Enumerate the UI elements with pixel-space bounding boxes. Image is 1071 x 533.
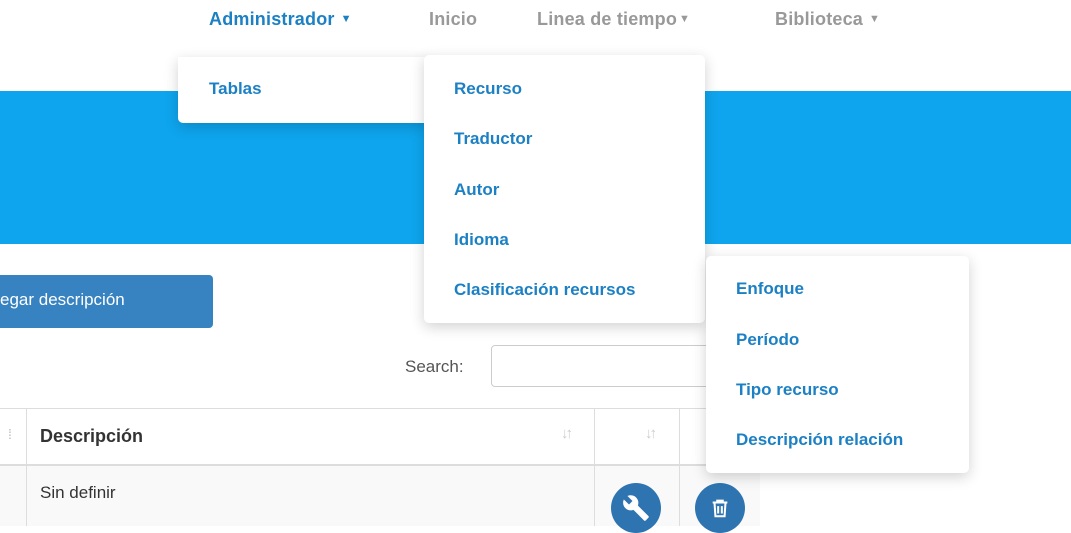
sort-icon[interactable]: ⁞ — [8, 426, 12, 442]
clasificacion-submenu: Enfoque Período Tipo recurso Descripción… — [706, 256, 969, 473]
sort-icon[interactable]: ↓↑ — [645, 425, 657, 442]
menu-item-tipo-recurso[interactable]: Tipo recurso — [736, 380, 839, 400]
menu-item-traductor[interactable]: Traductor — [454, 129, 532, 149]
column-divider — [594, 408, 595, 526]
caret-down-icon: ▼ — [679, 13, 691, 25]
cell-descripcion: Sin definir — [40, 483, 116, 502]
nav-biblioteca[interactable]: Biblioteca ▼ — [775, 9, 880, 30]
table-header-border — [0, 464, 760, 466]
menu-item-enfoque[interactable]: Enfoque — [736, 279, 804, 299]
search-input[interactable] — [491, 345, 721, 387]
menu-item-autor[interactable]: Autor — [454, 180, 499, 200]
add-description-label: egar descripción — [0, 290, 125, 309]
column-divider — [679, 408, 680, 526]
sort-icon[interactable]: ↓↑ — [561, 425, 573, 442]
column-divider — [26, 408, 27, 526]
nav-biblioteca-label: Biblioteca — [775, 9, 864, 29]
trash-icon — [712, 499, 728, 518]
nav-administrador[interactable]: Administrador ▼ — [209, 9, 352, 30]
column-header-descripcion[interactable]: Descripción — [40, 426, 143, 447]
top-navbar: Administrador ▼ Inicio Linea de tiempo ▼ B… — [0, 0, 1071, 50]
admin-dropdown-menu: Tablas — [178, 57, 429, 123]
menu-item-tablas[interactable]: Tablas — [209, 79, 262, 99]
tablas-submenu: Recurso Traductor Autor Idioma Clasifica… — [424, 55, 705, 323]
caret-down-icon: ▼ — [869, 13, 881, 25]
add-description-button[interactable]: egar descripción — [0, 275, 213, 328]
menu-item-clasificacion-recursos[interactable]: Clasificación recursos — [454, 280, 635, 300]
menu-item-recurso[interactable]: Recurso — [454, 79, 522, 99]
wrench-icon — [623, 495, 649, 521]
menu-item-periodo[interactable]: Período — [736, 330, 799, 350]
menu-item-descripcion-relacion[interactable]: Descripción relación — [736, 430, 903, 450]
nav-linea-label: Linea de tiempo — [537, 9, 678, 29]
nav-inicio[interactable]: Inicio — [429, 9, 477, 30]
caret-down-icon: ▼ — [340, 13, 352, 25]
menu-item-idioma[interactable]: Idioma — [454, 230, 509, 250]
search-label: Search: — [405, 357, 464, 376]
table-border-top — [0, 408, 760, 409]
nav-linea-de-tiempo[interactable]: Linea de tiempo ▼ — [537, 9, 690, 30]
nav-administrador-label: Administrador — [209, 9, 335, 29]
